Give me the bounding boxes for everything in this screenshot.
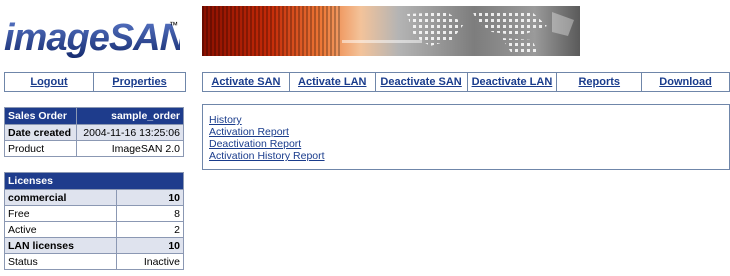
licenses-table: Licenses commercial 10 Free 8 Active 2 L… <box>3 172 184 270</box>
status-value: Inactive <box>116 253 184 270</box>
licenses-header-row: Licenses <box>4 172 184 190</box>
date-created-label: Date created <box>3 124 78 141</box>
table-row: Product ImageSAN 2.0 <box>3 140 184 157</box>
imagesan-logo: imageSAN ™ <box>4 12 180 64</box>
commercial-value: 10 <box>116 189 184 206</box>
free-value: 8 <box>116 205 184 222</box>
deactivate-lan-link[interactable]: Deactivate LAN <box>472 76 553 88</box>
logout-link-cell: Logout <box>5 73 94 91</box>
table-row: Date created 2004-11-16 13:25:06 <box>3 124 184 141</box>
active-label: Active <box>3 221 118 238</box>
active-value: 2 <box>116 221 184 238</box>
deactivation-report-link[interactable]: Deactivation Report <box>209 138 729 150</box>
reports-panel: History Activation Report Deactivation R… <box>202 104 730 170</box>
nav-cell-deactivate-lan: Deactivate LAN <box>468 73 558 91</box>
nav-cell-activate-san: Activate SAN <box>203 73 290 91</box>
status-label: Status <box>3 253 118 270</box>
history-link[interactable]: History <box>209 114 729 126</box>
main-nav-bar: Activate SAN Activate LAN Deactivate SAN… <box>202 72 730 92</box>
reports-link[interactable]: Reports <box>578 76 620 88</box>
nav-cell-download: Download <box>642 73 729 91</box>
activate-lan-link[interactable]: Activate LAN <box>298 76 366 88</box>
table-row: Status Inactive <box>3 253 184 270</box>
svg-text:imageSAN: imageSAN <box>4 17 180 59</box>
commercial-label: commercial <box>3 189 118 206</box>
free-label: Free <box>3 205 118 222</box>
header-banner-image <box>202 6 580 56</box>
sales-order-header-row: Sales Order sample_order <box>3 107 184 125</box>
sales-order-header-value: sample_order <box>76 107 184 125</box>
lan-licenses-value: 10 <box>116 237 184 254</box>
left-nav-bar: Logout Properties <box>4 72 186 92</box>
product-value: ImageSAN 2.0 <box>76 140 184 157</box>
licenses-header: Licenses <box>4 172 184 190</box>
table-row: LAN licenses 10 <box>3 237 184 254</box>
lan-licenses-label: LAN licenses <box>3 237 118 254</box>
date-created-value: 2004-11-16 13:25:06 <box>76 124 184 141</box>
logout-link[interactable]: Logout <box>30 76 67 88</box>
properties-link[interactable]: Properties <box>112 76 166 88</box>
nav-cell-reports: Reports <box>557 73 643 91</box>
product-label: Product <box>3 140 78 157</box>
activate-san-link[interactable]: Activate SAN <box>211 76 280 88</box>
nav-cell-deactivate-san: Deactivate SAN <box>376 73 468 91</box>
table-row: Free 8 <box>3 205 184 222</box>
download-link[interactable]: Download <box>659 76 712 88</box>
sales-order-table: Sales Order sample_order Date created 20… <box>3 107 184 157</box>
activation-history-report-link[interactable]: Activation History Report <box>209 150 729 162</box>
sales-order-header-label: Sales Order <box>3 107 78 125</box>
deactivate-san-link[interactable]: Deactivate SAN <box>380 76 461 88</box>
table-row: commercial 10 <box>3 189 184 206</box>
svg-text:™: ™ <box>169 20 178 30</box>
properties-link-cell: Properties <box>94 73 185 91</box>
nav-cell-activate-lan: Activate LAN <box>290 73 376 91</box>
activation-report-link[interactable]: Activation Report <box>209 126 729 138</box>
reports-link-list: History Activation Report Deactivation R… <box>203 105 729 162</box>
table-row: Active 2 <box>3 221 184 238</box>
